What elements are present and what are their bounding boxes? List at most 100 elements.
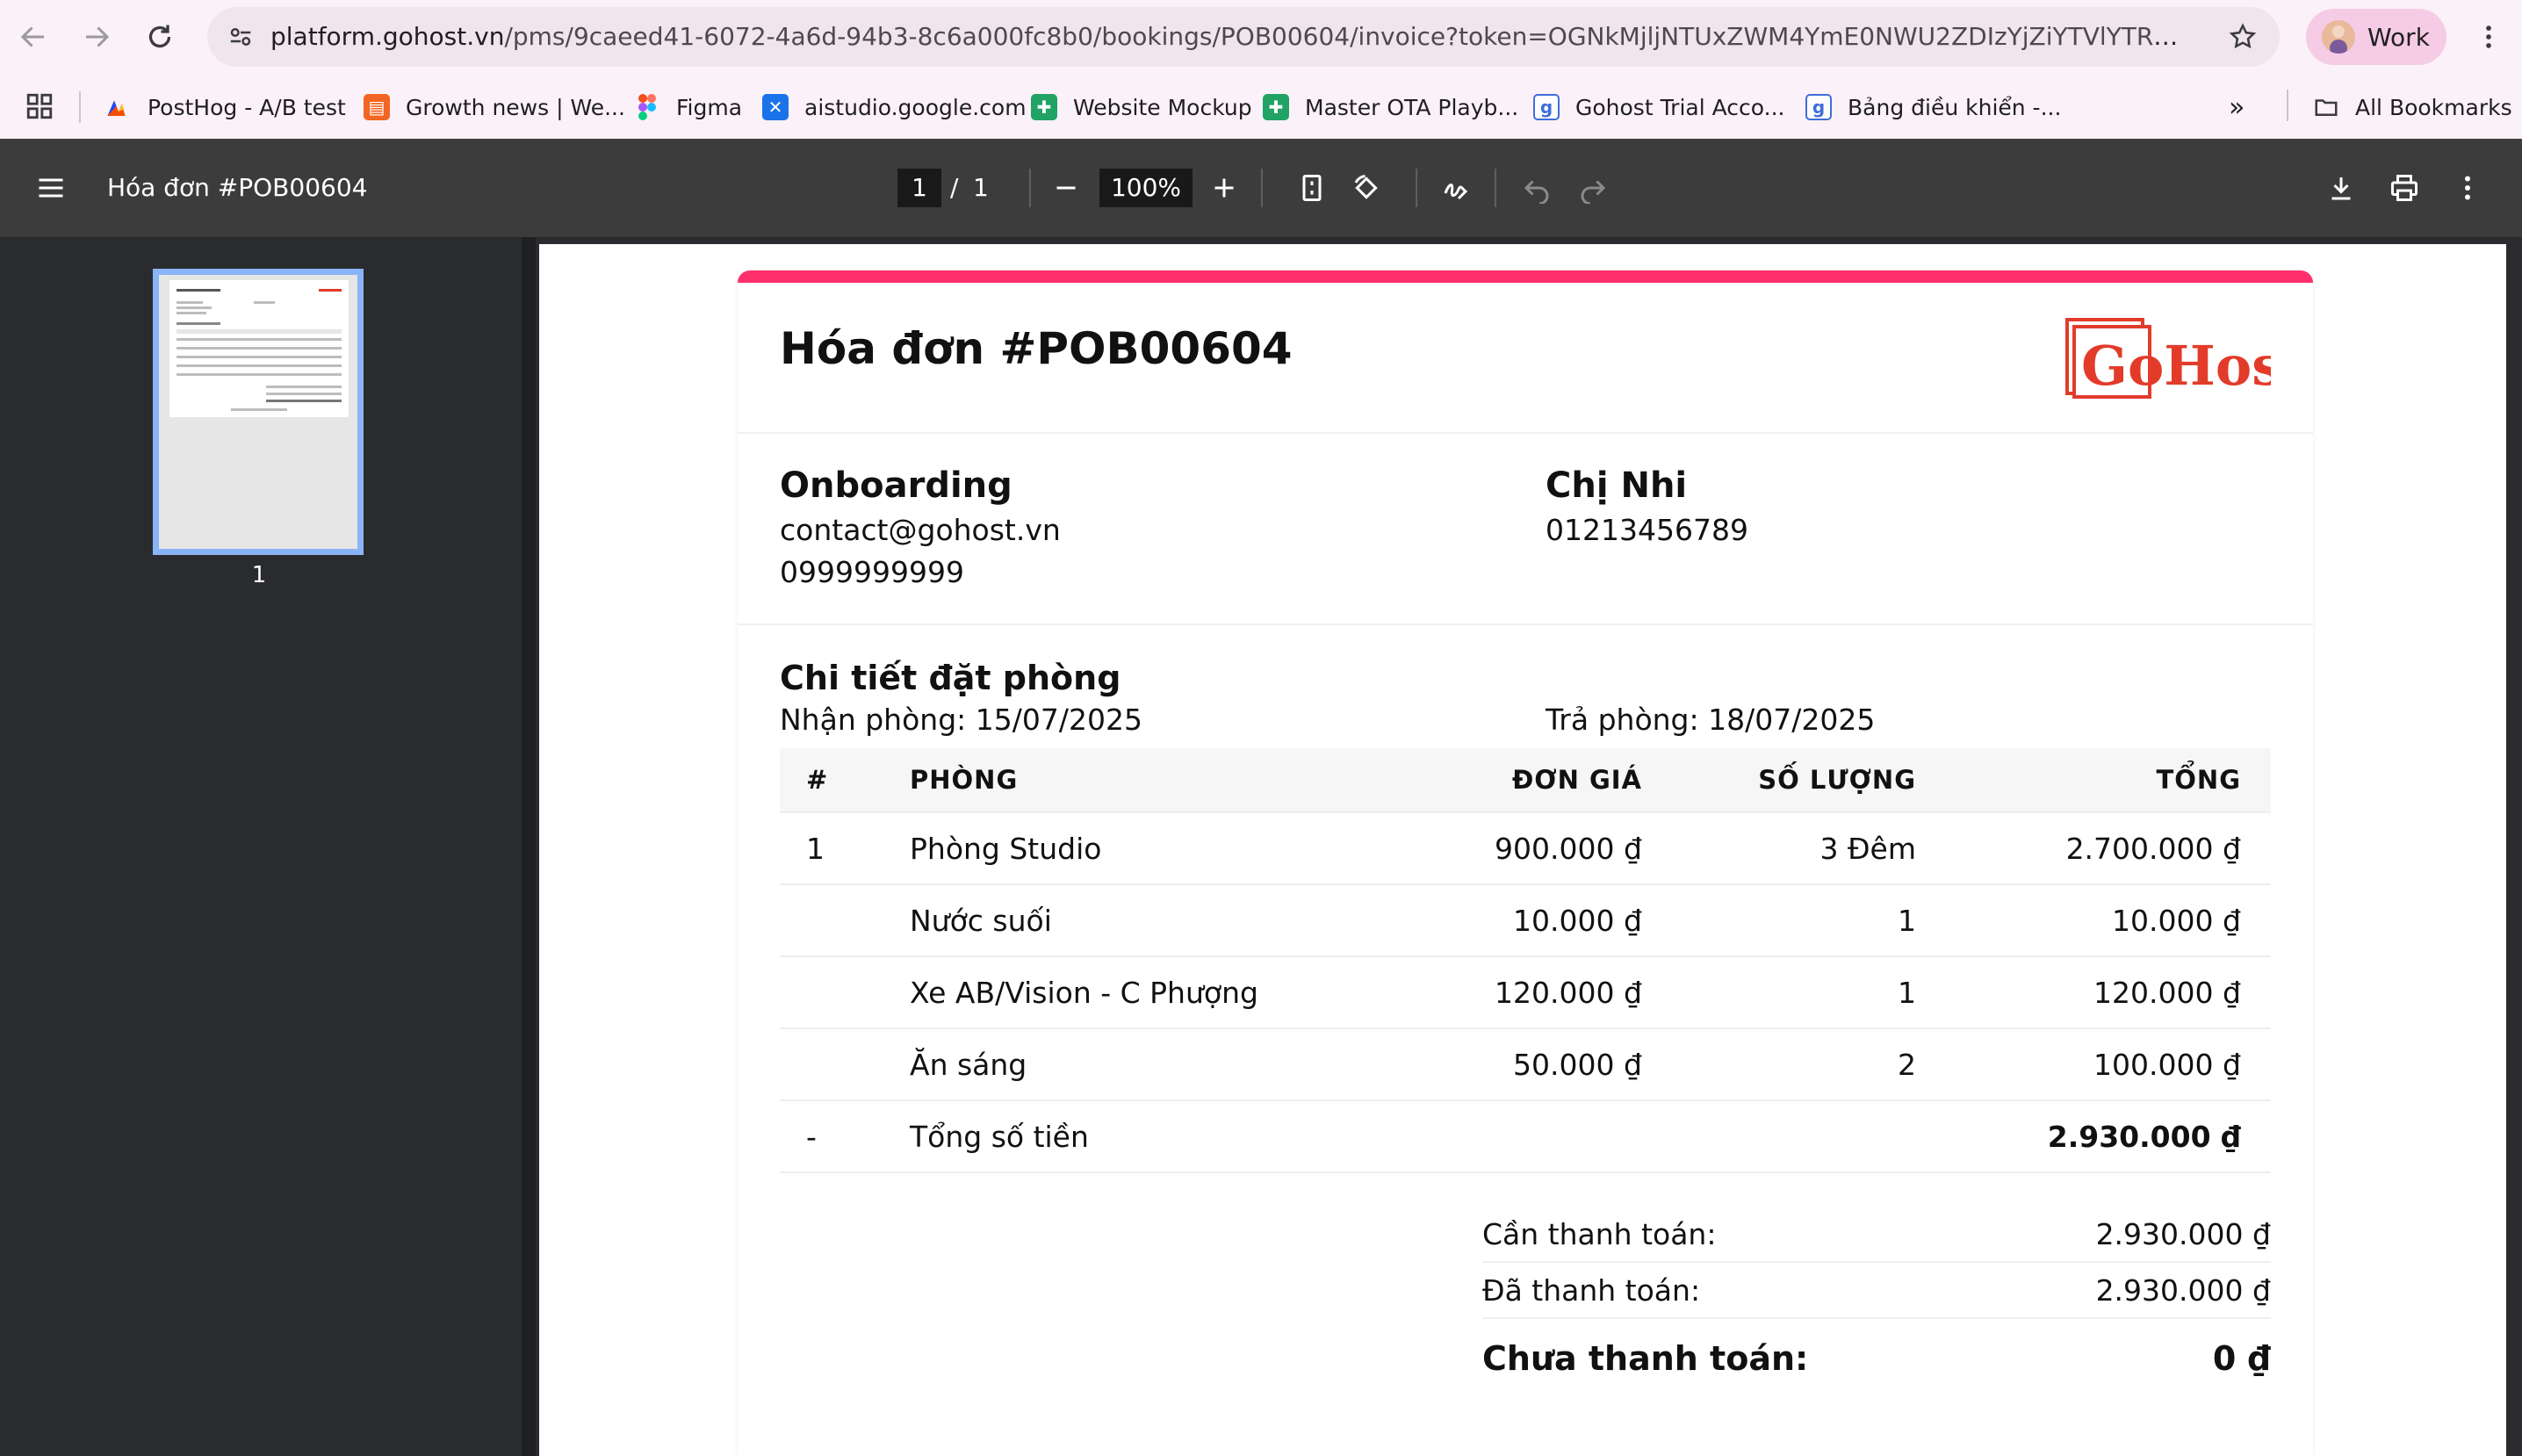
zoom-in-button[interactable] bbox=[1207, 170, 1242, 205]
gohost-icon: g bbox=[1805, 94, 1832, 120]
bookmark-star-button[interactable] bbox=[2225, 19, 2260, 54]
fit-page-button[interactable] bbox=[1294, 170, 1329, 205]
bookmark-label: All Bookmarks bbox=[2355, 94, 2512, 120]
seller-email: contact@gohost.vn bbox=[780, 513, 1061, 547]
paid-label: Đã thanh toán: bbox=[1482, 1273, 1701, 1308]
seller-phone: 0999999999 bbox=[780, 555, 964, 589]
grand-total: 2.930.000 ₫ bbox=[2047, 1119, 2241, 1154]
more-vert-icon bbox=[2465, 176, 2470, 200]
browser-toolbar: platform.gohost.vn/pms/9caeed41-6072-4a6… bbox=[0, 0, 2522, 74]
row-item: Phòng Studio bbox=[910, 831, 1102, 866]
pdf-more-button[interactable] bbox=[2450, 170, 2485, 205]
profile-button[interactable]: Work bbox=[2306, 9, 2446, 65]
print-button[interactable] bbox=[2387, 170, 2422, 205]
rotate-button[interactable] bbox=[1349, 170, 1384, 205]
header-no: # bbox=[806, 765, 829, 795]
row-item: Nước suối bbox=[910, 903, 1052, 938]
thumbnail-page-number: 1 bbox=[251, 562, 267, 588]
page-thumbnail[interactable] bbox=[153, 269, 364, 555]
site-info-button[interactable] bbox=[223, 19, 258, 54]
reload-icon bbox=[148, 25, 171, 48]
bookmark-master-ota[interactable]: ✚ Master OTA Playb... bbox=[1263, 76, 1518, 139]
redo-icon bbox=[1581, 180, 1606, 204]
more-vert-icon bbox=[2486, 25, 2491, 48]
bookmark-label: aistudio.google.com bbox=[804, 94, 1027, 120]
bookmark-posthog[interactable]: PostHog - A/B test bbox=[105, 76, 346, 139]
sidebar-resize-handle[interactable] bbox=[522, 237, 536, 1456]
bookmark-growth-news[interactable]: ▤ Growth news | We... bbox=[364, 76, 625, 139]
table-header-row: # PHÒNG ĐƠN GIÁ SỐ LƯỢNG TỔNG bbox=[780, 748, 2271, 813]
invoice-card: Hóa đơn #POB00604 GoHost Onboarding cont… bbox=[738, 270, 2313, 1456]
header-price: ĐƠN GIÁ bbox=[1511, 765, 1642, 795]
row-no: 1 bbox=[806, 831, 825, 866]
row-total: 120.000 ₫ bbox=[2093, 975, 2241, 1010]
total-pages: 1 bbox=[973, 173, 989, 202]
table-row: 1 Phòng Studio 900.000 ₫ 3 Đêm 2.700.000… bbox=[780, 813, 2271, 885]
annotate-button[interactable] bbox=[1438, 170, 1474, 205]
profile-label: Work bbox=[2367, 22, 2430, 52]
bookmarks-divider bbox=[2287, 90, 2288, 121]
header-total: TỔNG bbox=[2156, 765, 2241, 795]
bookmark-label: Gohost Trial Acco... bbox=[1575, 94, 1785, 120]
table-row: Nước suối 10.000 ₫ 1 10.000 ₫ bbox=[780, 885, 2271, 957]
divider bbox=[738, 432, 2313, 434]
sheets-icon: ✚ bbox=[1031, 94, 1057, 120]
document-title: Hóa đơn #POB00604 bbox=[107, 173, 368, 202]
page-separator: / bbox=[950, 173, 959, 202]
download-button[interactable] bbox=[2324, 170, 2359, 205]
toolbar-divider bbox=[1029, 169, 1031, 207]
toolbar-divider bbox=[1416, 169, 1417, 207]
row-item: Ăn sáng bbox=[910, 1047, 1027, 1082]
summary-row-due: Cần thanh toán: 2.930.000 ₫ bbox=[1482, 1207, 2271, 1263]
rotate-icon bbox=[1354, 175, 1378, 199]
tune-icon bbox=[230, 28, 251, 46]
row-price: 120.000 ₫ bbox=[1495, 975, 1642, 1010]
url-host: platform.gohost.vn bbox=[270, 22, 505, 51]
booking-details-heading: Chi tiết đặt phòng bbox=[780, 659, 1121, 697]
invoice-title: Hóa đơn #POB00604 bbox=[780, 323, 1293, 374]
zoom-input[interactable]: 100% bbox=[1099, 169, 1193, 207]
zoom-out-button[interactable] bbox=[1048, 170, 1084, 205]
pdf-toolbar: Hóa đơn #POB00604 1 / 1 100% bbox=[0, 139, 2522, 237]
address-bar[interactable]: platform.gohost.vn/pms/9caeed41-6072-4a6… bbox=[207, 7, 2280, 67]
download-icon bbox=[2331, 177, 2351, 200]
row-price: 10.000 ₫ bbox=[1513, 903, 1642, 938]
seller-name: Onboarding bbox=[780, 465, 1012, 506]
table-row: Xe AB/Vision - C Phượng 120.000 ₫ 1 120.… bbox=[780, 957, 2271, 1029]
invoice-table: # PHÒNG ĐƠN GIÁ SỐ LƯỢNG TỔNG 1 Phòng St… bbox=[780, 748, 2271, 1173]
row-item: Xe AB/Vision - C Phượng bbox=[910, 975, 1258, 1010]
row-no: - bbox=[806, 1119, 817, 1154]
sidebar-toggle-button[interactable] bbox=[33, 170, 68, 205]
bookmark-gohost-trial[interactable]: g Gohost Trial Acco... bbox=[1533, 76, 1784, 139]
browser-menu-button[interactable] bbox=[2471, 19, 2506, 54]
sheets-icon: ✚ bbox=[1263, 94, 1289, 120]
row-total: 100.000 ₫ bbox=[2093, 1047, 2241, 1082]
redo-button[interactable] bbox=[1575, 170, 1610, 205]
bookmark-label: Bảng điều khiển -... bbox=[1848, 94, 2062, 120]
undo-button[interactable] bbox=[1519, 170, 1554, 205]
url-text[interactable]: platform.gohost.vn/pms/9caeed41-6072-4a6… bbox=[270, 7, 2185, 67]
summary-row-paid: Đã thanh toán: 2.930.000 ₫ bbox=[1482, 1263, 2271, 1319]
reload-button[interactable] bbox=[142, 19, 177, 54]
back-button[interactable] bbox=[16, 19, 51, 54]
due-value: 2.930.000 ₫ bbox=[2095, 1217, 2271, 1251]
all-bookmarks-button[interactable]: All Bookmarks bbox=[2313, 76, 2512, 139]
table-row: Ăn sáng 50.000 ₫ 2 100.000 ₫ bbox=[780, 1029, 2271, 1101]
bookmark-dashboard[interactable]: g Bảng điều khiển -... bbox=[1805, 76, 2061, 139]
row-price: 900.000 ₫ bbox=[1495, 831, 1642, 866]
payment-summary: Cần thanh toán: 2.930.000 ₫ Đã thanh toá… bbox=[1482, 1207, 2271, 1398]
forward-button[interactable] bbox=[79, 19, 114, 54]
bookmark-website-mockup[interactable]: ✚ Website Mockup bbox=[1031, 76, 1252, 139]
page-number-input[interactable]: 1 bbox=[897, 169, 941, 207]
paid-value: 2.930.000 ₫ bbox=[2095, 1273, 2271, 1308]
bookmark-aistudio[interactable]: ✕ aistudio.google.com bbox=[762, 76, 1027, 139]
row-qty: 3 Đêm bbox=[1819, 831, 1916, 866]
bookmark-figma[interactable]: Figma bbox=[634, 76, 742, 139]
bookmarks-overflow-button[interactable]: » bbox=[2229, 76, 2245, 139]
star-icon bbox=[2229, 23, 2257, 49]
checkin-date: Nhận phòng: 15/07/2025 bbox=[780, 703, 1142, 737]
divider bbox=[738, 623, 2313, 625]
arrow-left-icon bbox=[20, 26, 44, 47]
summary-row-unpaid: Chưa thanh toán: 0 ₫ bbox=[1482, 1319, 2271, 1398]
row-total: 10.000 ₫ bbox=[2112, 903, 2241, 938]
